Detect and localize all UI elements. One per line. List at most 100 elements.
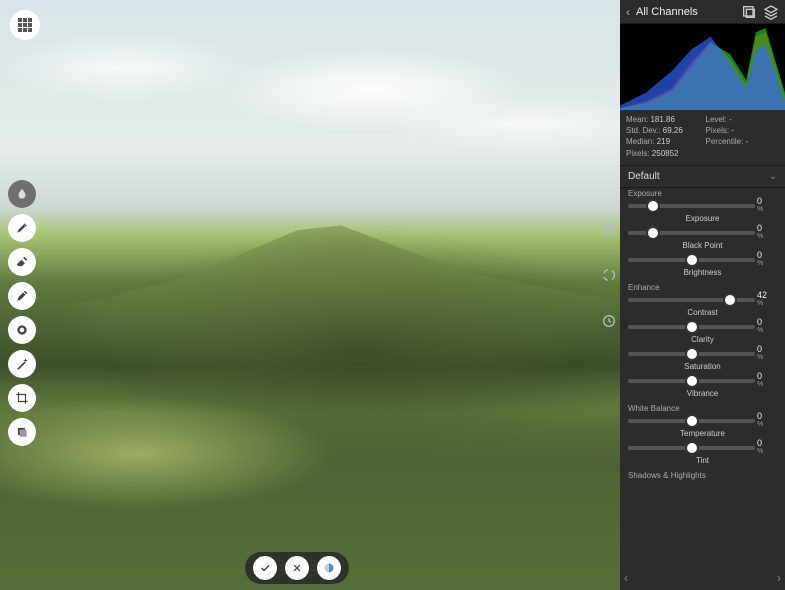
split-icon xyxy=(323,562,335,574)
saturation-value: 0% xyxy=(757,345,777,361)
clarity-thumb[interactable] xyxy=(685,320,699,334)
tool-gradient[interactable] xyxy=(8,316,36,344)
page-next[interactable]: › xyxy=(777,571,781,585)
magicwand-icon xyxy=(15,357,29,371)
slider-vibrance: 0%Vibrance xyxy=(620,374,785,401)
clarity-label: Clarity xyxy=(628,335,777,344)
blackpoint-thumb[interactable] xyxy=(646,226,660,240)
eraser-icon xyxy=(15,255,29,269)
layers-icon xyxy=(763,4,779,20)
slider-temperature: 0%Temperature xyxy=(620,414,785,441)
contrast-slider[interactable]: 42% xyxy=(628,293,755,307)
saturation-thumb[interactable] xyxy=(685,347,699,361)
tab-camera[interactable] xyxy=(600,220,618,238)
stat-percentile: Percentile: - xyxy=(706,136,780,147)
gradient-icon xyxy=(15,323,29,337)
temperature-value: 0% xyxy=(757,412,777,428)
panel-title[interactable]: All Channels xyxy=(636,6,735,18)
panel-pager: ‹ › xyxy=(620,570,785,586)
image-canvas[interactable] xyxy=(0,0,620,590)
slider-clarity: 0%Clarity xyxy=(620,320,785,347)
stat-pixels: Pixels: 250852 xyxy=(626,148,700,159)
tab-history[interactable] xyxy=(600,312,618,330)
spinner-icon xyxy=(601,267,617,283)
stat-stddev: Std. Dev.: 69.26 xyxy=(626,125,700,136)
temperature-thumb[interactable] xyxy=(685,414,699,428)
tool-brush[interactable] xyxy=(8,214,36,242)
sun-patch xyxy=(0,389,341,519)
tool-layers[interactable] xyxy=(8,418,36,446)
section-shadowshighlights: Shadows & Highlights xyxy=(620,468,785,481)
tool-magicwand[interactable] xyxy=(8,350,36,378)
clarity-value: 0% xyxy=(757,318,777,334)
x-icon xyxy=(292,563,302,573)
preset-label: Default xyxy=(628,171,660,182)
tool-eraser[interactable] xyxy=(8,248,36,276)
exposure-value: 0% xyxy=(757,197,777,213)
compare-button[interactable] xyxy=(317,556,341,580)
channels-button[interactable] xyxy=(741,4,757,20)
slider-tint: 0%Tint xyxy=(620,441,785,468)
exposure-thumb[interactable] xyxy=(646,199,660,213)
history-icon xyxy=(601,313,617,329)
apps-button[interactable] xyxy=(10,10,40,40)
tint-thumb[interactable] xyxy=(685,441,699,455)
histogram-chart xyxy=(620,24,785,110)
tint-value: 0% xyxy=(757,439,777,455)
stat-median: Median: 219 xyxy=(626,136,700,147)
smudge-icon xyxy=(15,187,29,201)
exposure-slider[interactable]: 0% xyxy=(628,199,755,213)
blackpoint-slider[interactable]: 0% xyxy=(628,226,755,240)
saturation-label: Saturation xyxy=(628,362,777,371)
saturation-slider[interactable]: 0% xyxy=(628,347,755,361)
blackpoint-value: 0% xyxy=(757,224,777,240)
tool-smudge[interactable] xyxy=(8,180,36,208)
preset-dropdown[interactable]: Default ⌄ xyxy=(620,166,785,188)
clarity-slider[interactable]: 0% xyxy=(628,320,755,334)
brightness-thumb[interactable] xyxy=(685,253,699,267)
sky xyxy=(0,0,620,224)
slider-blackpoint: 0%Black Point xyxy=(620,226,785,253)
adjustments-panel: ‹ All Channels Mean: 181.86 Level: - Std… xyxy=(620,0,785,590)
stat-level: Level: - xyxy=(706,114,780,125)
blackpoint-label: Black Point xyxy=(628,241,777,250)
histogram-stats: Mean: 181.86 Level: - Std. Dev.: 69.26 P… xyxy=(620,110,785,166)
tool-crop[interactable] xyxy=(8,384,36,412)
crop-icon xyxy=(15,391,29,405)
camera-icon xyxy=(601,221,617,237)
check-icon xyxy=(259,562,271,574)
vibrance-thumb[interactable] xyxy=(685,374,699,388)
page-prev[interactable]: ‹ xyxy=(624,571,628,585)
vibrance-slider[interactable]: 0% xyxy=(628,374,755,388)
brightness-value: 0% xyxy=(757,251,777,267)
tool-dropper[interactable] xyxy=(8,282,36,310)
panel-tabs xyxy=(598,220,620,330)
brush-icon xyxy=(15,221,29,235)
contrast-value: 42% xyxy=(757,291,777,307)
dropper-icon xyxy=(15,289,29,303)
brightness-slider[interactable]: 0% xyxy=(628,253,755,267)
stat-mean: Mean: 181.86 xyxy=(626,114,700,125)
chevron-down-icon: ⌄ xyxy=(769,171,777,182)
sliders-scroll[interactable]: Exposure 0%Exposure0%Black Point0%Bright… xyxy=(620,186,785,590)
channels-icon xyxy=(741,4,757,20)
brightness-label: Brightness xyxy=(628,268,777,277)
left-toolbar xyxy=(8,180,36,446)
accept-button[interactable] xyxy=(253,556,277,580)
stat-pixels2: Pixels: - xyxy=(706,125,780,136)
commit-bar xyxy=(245,552,349,584)
contrast-label: Contrast xyxy=(628,308,777,317)
back-button[interactable]: ‹ xyxy=(626,5,630,19)
slider-saturation: 0%Saturation xyxy=(620,347,785,374)
temperature-slider[interactable]: 0% xyxy=(628,414,755,428)
layers-tool-icon xyxy=(15,425,29,439)
temperature-label: Temperature xyxy=(628,429,777,438)
layers-button[interactable] xyxy=(763,4,779,20)
slider-exposure: 0%Exposure xyxy=(620,199,785,226)
tab-loading[interactable] xyxy=(600,266,618,284)
contrast-thumb[interactable] xyxy=(723,293,737,307)
histogram[interactable] xyxy=(620,24,785,110)
tint-slider[interactable]: 0% xyxy=(628,441,755,455)
slider-contrast: 42%Contrast xyxy=(620,293,785,320)
cancel-button[interactable] xyxy=(285,556,309,580)
